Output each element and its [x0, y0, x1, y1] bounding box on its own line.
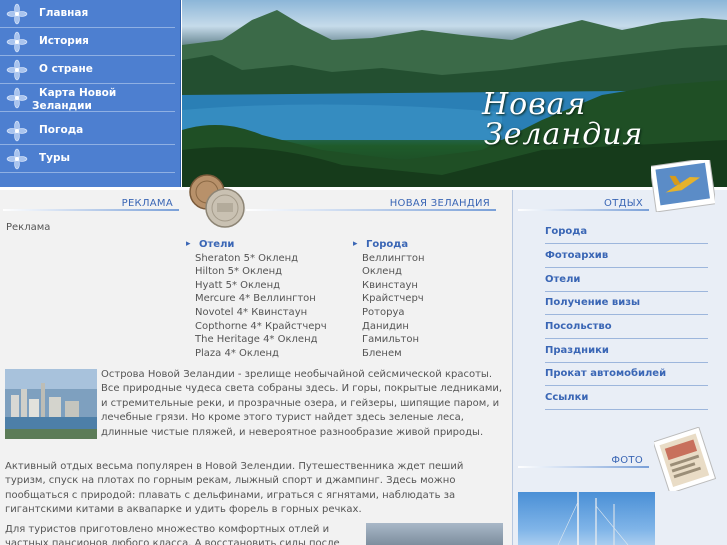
resort-photo [366, 523, 503, 545]
hotel-link[interactable]: Mercure 4* Веллингтон [195, 292, 327, 306]
city-harbour-photo [5, 369, 97, 439]
right-link-label: Города [545, 226, 588, 237]
right-link-embassy[interactable]: Посольство [545, 318, 708, 342]
nav-item-label: Погода [39, 124, 84, 136]
nav-item-weather[interactable]: Погода [0, 117, 175, 145]
hotel-link[interactable]: Copthorne 4* Крайстчерч [195, 320, 327, 334]
right-link-label: Прокат автомобилей [545, 368, 667, 379]
rest-section-header: ОТДЫХ [518, 195, 649, 211]
right-link-visa[interactable]: Получение визы [545, 294, 708, 318]
main-nav: Главная История О стране Карта Новой Зел… [0, 0, 181, 187]
city-link[interactable]: Бленем [362, 347, 425, 361]
sailboats-photo [557, 492, 629, 545]
hotel-link[interactable]: Novotel 4* Квинстаун [195, 306, 327, 320]
right-link-label: Получение визы [545, 297, 641, 308]
right-link-label: Отели [545, 274, 581, 285]
banner-title-line2: Зеландия [484, 117, 644, 152]
banner-title: Новая Зеландия [482, 90, 643, 150]
fern-icon [6, 120, 28, 142]
city-link[interactable]: Роторуа [362, 306, 425, 320]
city-link[interactable]: Окленд [362, 265, 425, 279]
fern-icon [6, 3, 28, 25]
nav-item-history[interactable]: История [0, 28, 175, 56]
intro-paragraph: Острова Новой Зеландии - зрелище необыча… [5, 368, 505, 440]
photo-section-header: ФОТО [518, 452, 649, 468]
right-link-car-rental[interactable]: Прокат автомобилей [545, 365, 708, 389]
cities-list: Города Веллингтон Окленд Квинстаун Крайс… [353, 238, 425, 361]
cities-heading[interactable]: Города [353, 238, 429, 252]
right-link-links[interactable]: Ссылки [545, 389, 708, 413]
ads-section-header: РЕКЛАМА [3, 195, 179, 211]
nav-item-tours[interactable]: Туры [0, 145, 175, 173]
hotels-paragraph: Для туристов приготовлено множество комф… [5, 524, 340, 545]
city-link[interactable]: Квинстаун [362, 279, 425, 293]
hotel-link[interactable]: Plaza 4* Окленд [195, 347, 327, 361]
right-link-photo-archive[interactable]: Фотоархив [545, 247, 708, 271]
hotel-link[interactable]: Hyatt 5* Окленд [195, 279, 327, 293]
city-link[interactable]: Данидин [362, 320, 425, 334]
right-link-cities[interactable]: Города [545, 223, 708, 247]
city-link[interactable]: Гамильтон [362, 333, 425, 347]
hotel-link[interactable]: Hilton 5* Окленд [195, 265, 327, 279]
city-link[interactable]: Крайстчерч [362, 292, 425, 306]
fern-icon [6, 148, 28, 170]
nz-section-title: НОВАЯ ЗЕЛАНДИЯ [389, 198, 490, 209]
landscape-illustration [182, 10, 727, 187]
fern-icon [6, 87, 28, 109]
nav-item-about[interactable]: О стране [0, 56, 175, 84]
hotel-link[interactable]: Sheraton 5* Окленд [195, 252, 327, 266]
nav-item-label: Туры [39, 152, 71, 164]
right-link-hotels[interactable]: Отели [545, 271, 708, 295]
hotel-link[interactable]: The Heritage 4* Окленд [195, 333, 327, 347]
rest-section-title: ОТДЫХ [604, 198, 643, 209]
right-link-label: Фотоархив [545, 250, 609, 261]
fern-icon [6, 31, 28, 53]
activity-paragraph: Активный отдых весьма популярен в Новой … [5, 461, 464, 516]
nav-item-label: Карта Новой Зеландии [32, 87, 117, 112]
coins-illustration [189, 174, 245, 228]
nav-item-label: О стране [39, 63, 93, 75]
right-link-holidays[interactable]: Праздники [545, 342, 708, 366]
city-link[interactable]: Веллингтон [362, 252, 425, 266]
header-banner: Новая Зеландия [182, 0, 727, 187]
postage-stamp-image [654, 427, 716, 491]
banner-title-line1: Новая [482, 87, 587, 122]
photo-section-title: ФОТО [611, 455, 643, 466]
airplane-stamp-image [651, 160, 715, 212]
nz-section-header: НОВАЯ ЗЕЛАНДИЯ [246, 195, 496, 211]
photo-thumbnail[interactable] [518, 492, 655, 545]
ads-label: Реклама [6, 222, 51, 233]
nav-item-map[interactable]: Карта Новой Зеландии [0, 84, 175, 112]
fern-icon [6, 59, 28, 81]
nav-item-label: История [39, 35, 89, 47]
right-link-label: Праздники [545, 345, 609, 356]
hotels-list: Отели Sheraton 5* Окленд Hilton 5* Оклен… [186, 238, 327, 361]
nav-item-label: Главная [39, 7, 89, 19]
right-link-label: Ссылки [545, 392, 589, 403]
right-link-label: Посольство [545, 321, 612, 332]
hotels-heading[interactable]: Отели [186, 238, 331, 252]
ads-section-title: РЕКЛАМА [121, 198, 173, 209]
nav-item-home[interactable]: Главная [0, 0, 175, 28]
